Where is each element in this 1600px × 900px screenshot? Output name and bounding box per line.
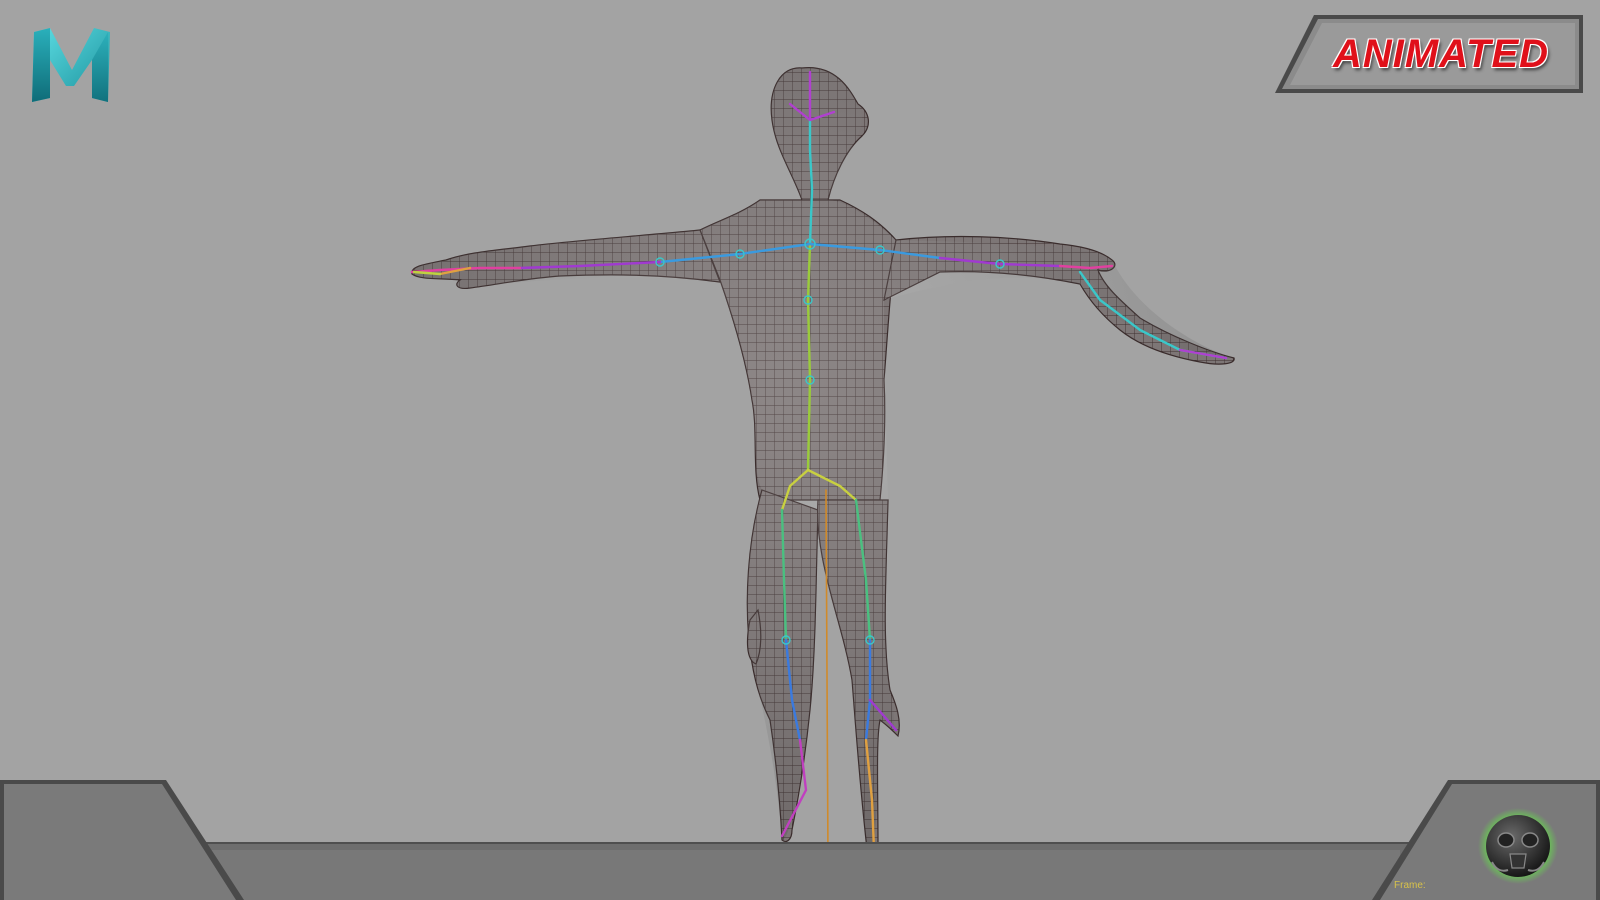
frame-counter-label: Frame:	[1394, 880, 1426, 891]
rigged-creature-model	[410, 67, 1235, 871]
maya-viewport: ANIMATED Frame:	[0, 0, 1600, 900]
creature-mesh	[411, 67, 1235, 860]
gas-mask-emblem-icon	[1478, 808, 1558, 884]
bottom-hud-bar	[0, 780, 1600, 900]
